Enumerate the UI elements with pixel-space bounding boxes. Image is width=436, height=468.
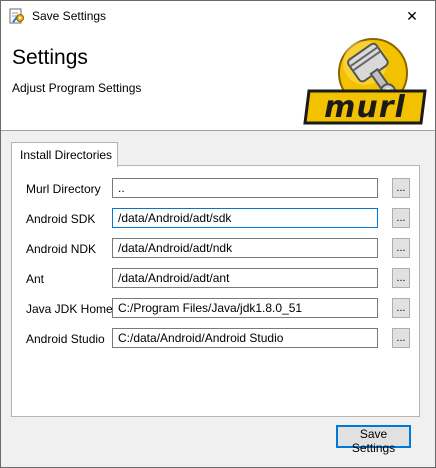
android-sdk-input[interactable] (112, 208, 378, 228)
logo-text: murl (324, 90, 406, 125)
save-settings-button[interactable]: Save Settings (336, 425, 411, 455)
java-jdk-home-input[interactable] (112, 298, 378, 318)
app-icon (9, 8, 24, 24)
window-title: Save Settings (32, 9, 107, 23)
android-sdk-browse-button[interactable]: ... (392, 208, 410, 228)
page-title: Settings (12, 46, 88, 69)
android-studio-browse-button[interactable]: ... (392, 328, 410, 348)
murl-directory-input[interactable] (112, 178, 378, 198)
android-studio-label: Android Studio (26, 332, 105, 346)
ant-input[interactable] (112, 268, 378, 288)
settings-window: Save Settings ✕ Settings Adjust Program … (0, 0, 436, 468)
tab-panel (11, 165, 420, 417)
android-ndk-label: Android NDK (26, 242, 97, 256)
java-jdk-home-label: Java JDK Home (26, 302, 113, 316)
close-icon: ✕ (406, 7, 418, 24)
close-button[interactable]: ✕ (389, 1, 435, 31)
header-panel: Settings Adjust Program Settings murl (1, 31, 435, 131)
murl-directory-label: Murl Directory (26, 182, 101, 196)
android-sdk-label: Android SDK (26, 212, 96, 226)
java-jdk-home-browse-button[interactable]: ... (392, 298, 410, 318)
tab-label: Install Directories (20, 148, 113, 162)
murl-logo-icon: murl (303, 38, 427, 125)
tab-install-directories[interactable]: Install Directories (11, 142, 118, 167)
ant-browse-button[interactable]: ... (392, 268, 410, 288)
ant-label: Ant (26, 272, 45, 286)
save-settings-label: Save Settings (351, 427, 396, 455)
android-studio-input[interactable] (112, 328, 378, 348)
page-subtitle: Adjust Program Settings (12, 81, 142, 95)
murl-directory-browse-button[interactable]: ... (392, 178, 410, 198)
title-bar[interactable]: Save Settings ✕ (1, 1, 435, 31)
android-ndk-input[interactable] (112, 238, 378, 258)
android-ndk-browse-button[interactable]: ... (392, 238, 410, 258)
